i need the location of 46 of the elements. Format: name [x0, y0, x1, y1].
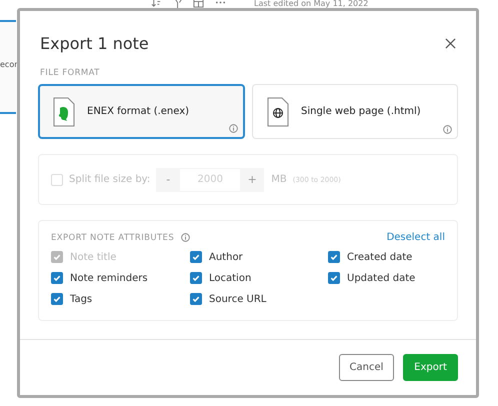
cancel-button[interactable]: Cancel: [339, 354, 394, 381]
format-label: Single web page (.html): [301, 106, 421, 117]
checkbox-label: Tags: [70, 294, 92, 304]
close-icon[interactable]: [445, 38, 456, 48]
dialog-title: Export 1 note: [40, 34, 149, 52]
check-icon: [52, 273, 62, 283]
checkbox[interactable]: [190, 251, 202, 263]
note-card-text: ecor: [0, 60, 18, 69]
info-icon[interactable]: [229, 124, 238, 133]
checkbox-label: Updated date: [347, 272, 416, 284]
section-label: EXPORT NOTE ATTRIBUTES: [51, 232, 174, 242]
format-option[interactable]: ENEX format (.enex): [38, 84, 245, 139]
filter-icon[interactable]: [173, 0, 184, 8]
check-icon: [329, 252, 339, 262]
sort-icon[interactable]: [151, 0, 162, 8]
check-icon: [329, 273, 339, 283]
checkbox[interactable]: [328, 251, 340, 263]
globe-file-icon: [267, 96, 289, 126]
checkbox-label: Author: [209, 252, 243, 262]
checkbox[interactable]: [51, 293, 63, 305]
note-card[interactable]: ecor: [0, 20, 16, 114]
checkbox[interactable]: [190, 293, 202, 305]
export-button[interactable]: Export: [403, 354, 458, 381]
section-label: FILE FORMAT: [40, 68, 101, 78]
layout-icon[interactable]: [193, 0, 204, 8]
checkbox-label: Location: [209, 272, 252, 284]
checkbox-label: Note title: [70, 252, 116, 262]
checkbox-label: Source URL: [209, 294, 266, 304]
info-icon[interactable]: [181, 233, 190, 242]
check-icon: [52, 252, 62, 262]
check-icon: [191, 252, 201, 262]
unit-text: MB: [271, 174, 287, 185]
checkbox[interactable]: [328, 272, 340, 284]
check-icon: [191, 273, 201, 283]
format-label: ENEX format (.enex): [87, 106, 190, 117]
split-label: Split file size by:: [69, 174, 150, 185]
check-icon: [52, 294, 62, 304]
info-icon[interactable]: [443, 125, 452, 134]
checkbox[interactable]: [51, 272, 63, 284]
checkbox-label: Note reminders: [70, 272, 148, 284]
format-option[interactable]: Single web page (.html): [252, 84, 458, 139]
last-edited-text: Last edited on May 11, 2022: [254, 0, 368, 8]
checkbox[interactable]: [190, 272, 202, 284]
check-icon: [191, 294, 201, 304]
deselect-all-link[interactable]: Deselect all: [386, 232, 445, 243]
checkbox-label: Created date: [347, 252, 412, 262]
